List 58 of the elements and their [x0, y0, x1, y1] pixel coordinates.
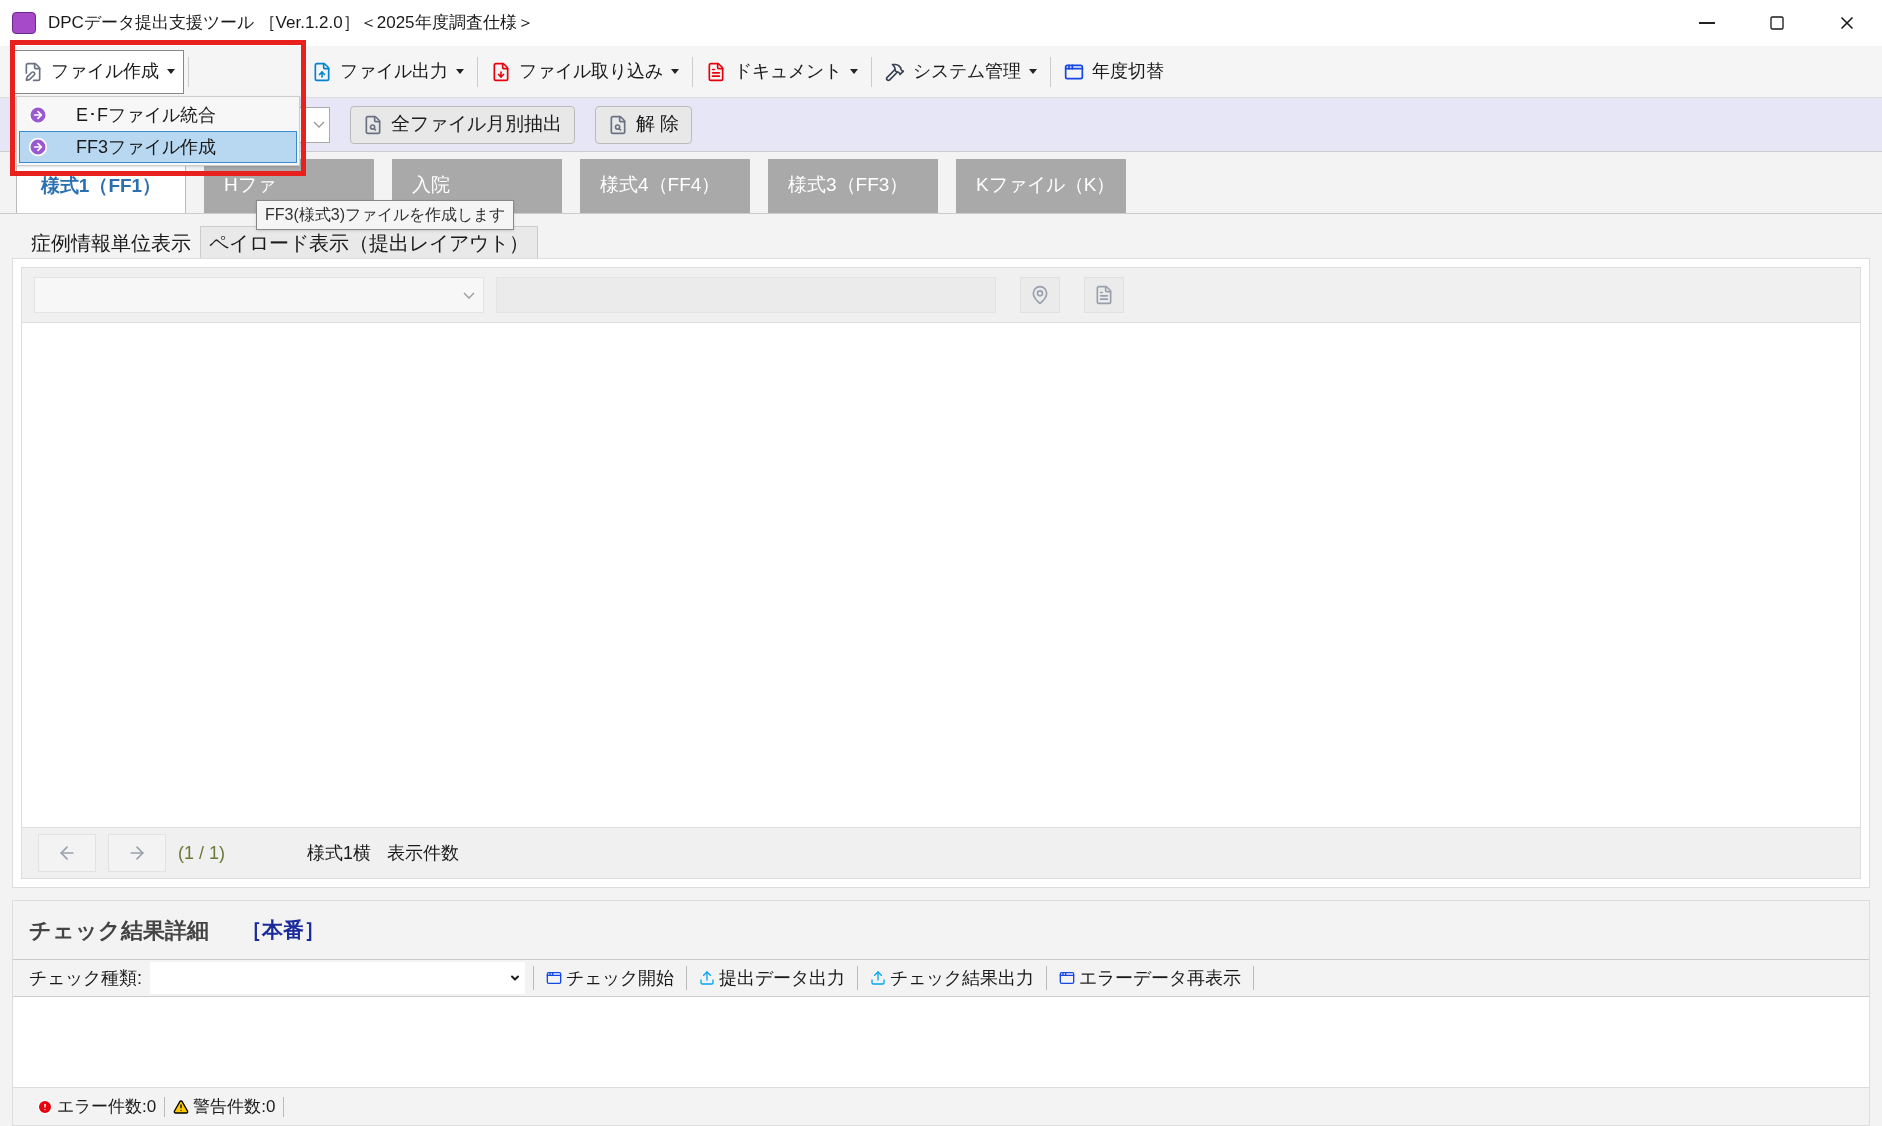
- arrow-circle-icon: [28, 105, 48, 125]
- section-title: チェック結果詳細: [29, 916, 209, 945]
- window-title: DPCデータ提出支援ツール ［Ver.1.2.0］＜2025年度調査仕様＞: [48, 12, 534, 35]
- toolbar-menu-button[interactable]: 年度切替: [1055, 49, 1173, 94]
- tooltip: FF3(様式3)ファイルを作成します: [256, 200, 514, 230]
- upload-icon: [699, 970, 715, 986]
- status-count: エラー件数:0: [57, 1095, 157, 1118]
- view-tab[interactable]: ペイロード表示（提出レイアウト）: [200, 226, 538, 258]
- layout-label: 様式1横: [307, 841, 372, 865]
- status-count: 警告件数:0: [193, 1095, 276, 1118]
- check-type-dropdown[interactable]: [150, 962, 525, 994]
- file-icon: [363, 114, 383, 135]
- dropdown-menu-item[interactable]: E･Fファイル統合: [19, 99, 297, 131]
- toolbar-button[interactable]: 全ファイル月別抽出: [350, 105, 575, 144]
- toolbar-menu-button[interactable]: ファイル取り込み: [482, 49, 688, 94]
- check-action-button[interactable]: 提出データ出力: [695, 962, 849, 994]
- upload-icon: [870, 970, 886, 986]
- toolbar-menu-button[interactable]: ドキュメント: [697, 49, 867, 94]
- previous-page-button[interactable]: [38, 834, 96, 872]
- toolbar-menu-button[interactable]: ファイル作成: [14, 49, 184, 94]
- file-icon: [608, 114, 628, 135]
- pin-icon: [1030, 285, 1050, 305]
- caret-icon: [456, 69, 464, 74]
- next-page-button[interactable]: [108, 834, 166, 872]
- toolbar-menu-button[interactable]: システム管理: [876, 49, 1046, 94]
- file-upload-icon: [312, 61, 332, 82]
- check-type-label: チェック種類:: [29, 966, 142, 990]
- warning-icon: [173, 1098, 190, 1115]
- check-action-button[interactable]: エラーデータ再表示: [1055, 962, 1245, 994]
- error-icon: [37, 1098, 53, 1115]
- document-icon: [706, 61, 726, 82]
- caret-icon: [167, 69, 175, 74]
- caret-icon: [671, 69, 679, 74]
- dropdown-menu-item[interactable]: FF3ファイル作成: [19, 131, 297, 163]
- toolbar-menu-button[interactable]: ファイル出力: [303, 49, 473, 94]
- window-icon: [546, 970, 562, 986]
- document-icon: [1094, 285, 1114, 305]
- check-action-button[interactable]: チェック結果出力: [866, 962, 1038, 994]
- chevron-icon: [463, 291, 475, 299]
- hammer-icon: [885, 61, 905, 82]
- app-logo-icon: [12, 12, 36, 34]
- caret-icon: [850, 69, 858, 74]
- page-indicator: (1 / 1): [178, 841, 225, 865]
- mode-label: ［本番］: [241, 917, 325, 944]
- window-icon: [1059, 970, 1075, 986]
- file-edit-icon: [23, 61, 43, 82]
- check-action-button[interactable]: チェック開始: [542, 962, 678, 994]
- toolbar-button[interactable]: 解 除: [595, 105, 693, 144]
- count-label: 表示件数: [387, 841, 460, 865]
- caret-icon: [1029, 69, 1037, 74]
- chevron-icon: [313, 121, 325, 128]
- arrow-circle-icon: [28, 137, 48, 157]
- file-download-icon: [491, 61, 511, 82]
- document-button[interactable]: [1084, 277, 1124, 313]
- maximize-icon: [1769, 15, 1785, 31]
- pin-button[interactable]: [1020, 277, 1060, 313]
- minimize-icon: [1699, 22, 1715, 24]
- filter-dropdown[interactable]: [34, 277, 484, 313]
